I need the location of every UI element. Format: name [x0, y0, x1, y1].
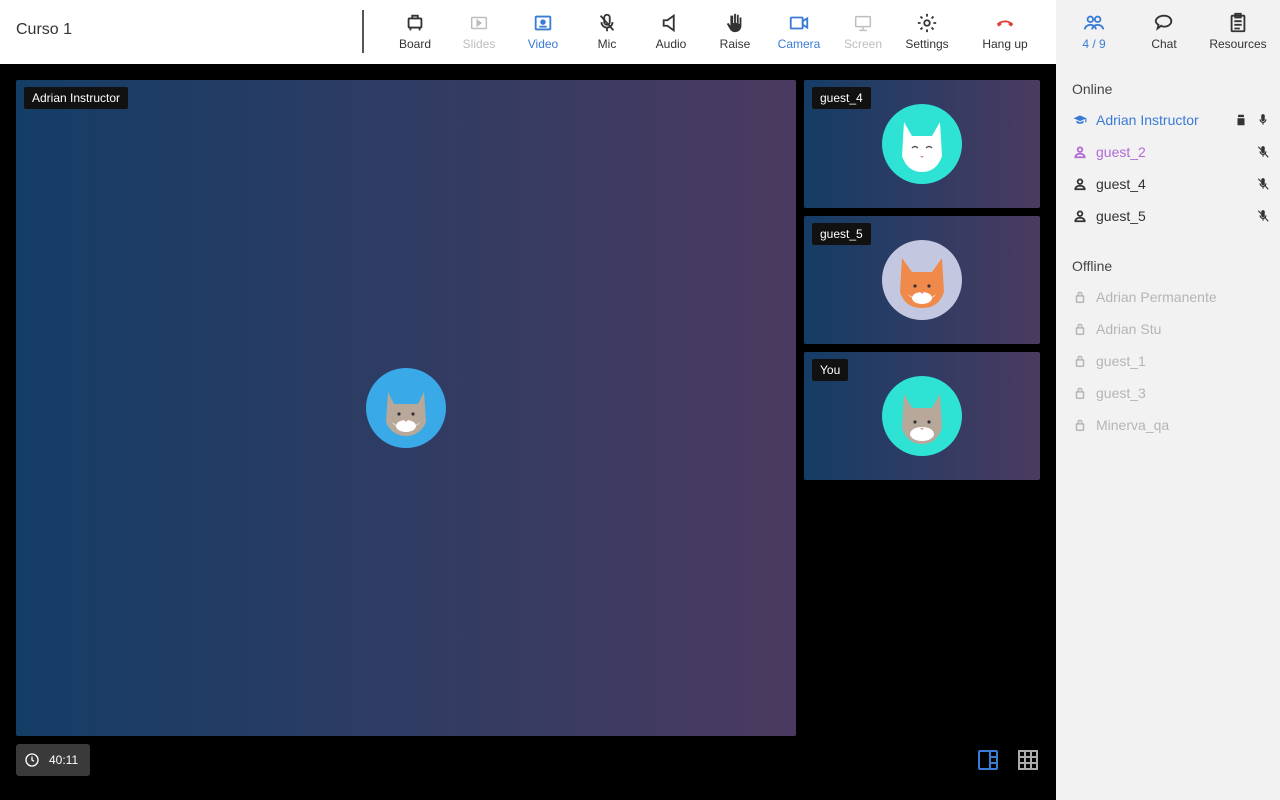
- offline-participant-row: Adrian Stu: [1072, 317, 1270, 341]
- person-icon: [1072, 176, 1088, 192]
- hand-icon: [726, 13, 742, 33]
- video-label: Video: [527, 37, 559, 51]
- mic-muted-icon: [1257, 210, 1269, 222]
- cat-avatar: [882, 104, 962, 184]
- toolbar: Board Slides Video Mic Audio Raise Camer…: [383, 0, 1051, 64]
- video-tile[interactable]: guest_5: [804, 216, 1040, 344]
- video-icon: [534, 15, 552, 31]
- mic-button[interactable]: Mic: [575, 0, 639, 64]
- self-video-tile[interactable]: You: [804, 352, 1040, 480]
- participant-name: guest_3: [1096, 385, 1146, 401]
- cat-avatar: [882, 240, 962, 320]
- offline-heading: Offline: [1072, 258, 1113, 274]
- main-video-tile[interactable]: Adrian Instructor: [16, 80, 796, 736]
- lock-icon: [1072, 321, 1088, 337]
- slides-button[interactable]: Slides: [447, 0, 511, 64]
- tile-name-label: guest_5: [812, 223, 871, 245]
- video-button[interactable]: Video: [511, 0, 575, 64]
- tab-resources[interactable]: Resources: [1196, 0, 1280, 64]
- grid-layout-button[interactable]: [1016, 748, 1040, 772]
- offline-participant-row: guest_3: [1072, 381, 1270, 405]
- tab-chat[interactable]: Chat: [1132, 0, 1196, 64]
- grid-icon: [1018, 750, 1038, 770]
- lock-icon: [1072, 353, 1088, 369]
- participant-row[interactable]: guest_2: [1072, 140, 1270, 164]
- tile-name-label: Adrian Instructor: [24, 87, 129, 109]
- slides-icon: [470, 16, 488, 30]
- participant-name: guest_1: [1096, 353, 1146, 369]
- clipboard-icon: [1230, 12, 1246, 33]
- settings-label: Settings: [905, 37, 949, 51]
- online-heading: Online: [1072, 81, 1113, 97]
- mic-muted-icon: [1257, 178, 1269, 190]
- hang-up-label: Hang up: [982, 37, 1028, 51]
- raise-label: Raise: [719, 37, 751, 51]
- gear-icon: [917, 13, 937, 33]
- board-label: Board: [398, 37, 432, 51]
- monitor-icon: [854, 15, 872, 32]
- audio-label: Audio: [655, 37, 687, 51]
- course-title: Curso 1: [16, 21, 73, 38]
- participant-name: guest_4: [1096, 176, 1146, 192]
- participant-name: Adrian Stu: [1096, 321, 1162, 337]
- lock-icon: [1072, 289, 1088, 305]
- participants-count: 4 / 9: [1082, 37, 1106, 51]
- slides-label: Slides: [462, 37, 496, 51]
- board-icon: [407, 14, 423, 31]
- participant-name: guest_5: [1096, 208, 1146, 224]
- tile-name-label: guest_4: [812, 87, 871, 109]
- top-bar: Curso 1 Board Slides Video Mic Audio Rai…: [0, 0, 1056, 64]
- video-tile[interactable]: guest_4: [804, 80, 1040, 208]
- offline-participant-row: Minerva_qa: [1072, 413, 1270, 437]
- lock-icon: [1072, 417, 1088, 433]
- chat-label: Chat: [1151, 37, 1177, 51]
- hang-up-button[interactable]: Hang up: [959, 0, 1051, 64]
- screen-share-button[interactable]: Screen: [831, 0, 895, 64]
- board-button[interactable]: Board: [383, 0, 447, 64]
- mic-label: Mic: [597, 37, 617, 51]
- side-tabs: 4 / 9 Chat Resources: [1056, 0, 1280, 64]
- cat-avatar: [882, 376, 962, 456]
- sidebar-layout-button[interactable]: [976, 748, 1000, 772]
- audio-button[interactable]: Audio: [639, 0, 703, 64]
- participant-name: Adrian Permanente: [1096, 289, 1217, 305]
- phone-hangup-icon: [996, 20, 1014, 27]
- person-icon: [1072, 208, 1088, 224]
- camera-icon: [789, 16, 809, 30]
- tab-participants[interactable]: 4 / 9: [1056, 0, 1132, 64]
- tile-name-label: You: [812, 359, 849, 381]
- people-icon: [1083, 15, 1105, 30]
- settings-button[interactable]: Settings: [895, 0, 959, 64]
- speaker-icon: [662, 13, 675, 33]
- graduation-cap-icon: [1072, 112, 1088, 128]
- participants-panel: Online Adrian Instructor guest_2 guest_4…: [1056, 64, 1280, 800]
- raise-hand-button[interactable]: Raise: [703, 0, 767, 64]
- resources-label: Resources: [1209, 37, 1267, 51]
- camera-label: Camera: [777, 37, 821, 51]
- timer-value: 40:11: [49, 753, 79, 767]
- mic-muted-icon: [599, 13, 615, 32]
- divider: [362, 10, 364, 53]
- participant-row[interactable]: guest_4: [1072, 172, 1270, 196]
- offline-participant-row: guest_1: [1072, 349, 1270, 373]
- chat-icon: [1154, 14, 1173, 31]
- participant-name: Adrian Instructor: [1096, 112, 1199, 128]
- participant-row[interactable]: guest_5: [1072, 204, 1270, 228]
- person-icon: [1072, 144, 1088, 160]
- mic-icon: [1259, 114, 1267, 125]
- mic-muted-icon: [1257, 146, 1269, 158]
- lock-icon: [1072, 385, 1088, 401]
- sidebar-layout-icon: [978, 750, 998, 770]
- participant-name: guest_2: [1096, 144, 1146, 160]
- offline-participant-row: Adrian Permanente: [1072, 285, 1270, 309]
- screen-label: Screen: [843, 37, 883, 51]
- camera-button[interactable]: Camera: [767, 0, 831, 64]
- session-timer: 40:11: [16, 744, 90, 776]
- cat-avatar: [366, 368, 446, 448]
- participant-row[interactable]: Adrian Instructor: [1072, 108, 1270, 132]
- board-icon: [1237, 114, 1245, 126]
- clock-icon: [25, 753, 39, 767]
- participant-name: Minerva_qa: [1096, 417, 1170, 433]
